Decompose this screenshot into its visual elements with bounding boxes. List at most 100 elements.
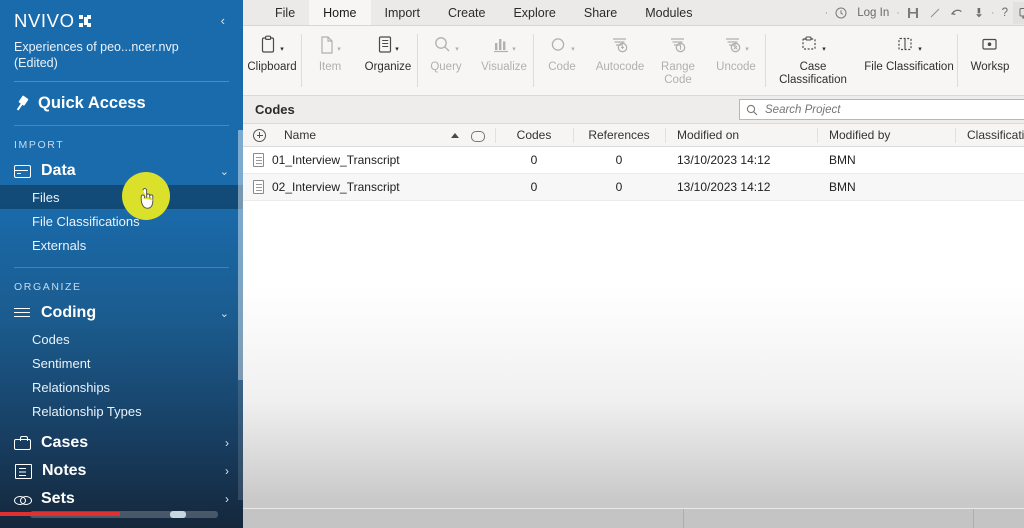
file-classification-label: File Classification (864, 61, 954, 73)
chevron-down-icon: ⌄ (219, 165, 229, 178)
edit-icon[interactable] (924, 2, 946, 24)
view-header: Codes (243, 96, 1024, 124)
sidebar-horizontal-scrollbar-thumb[interactable] (170, 511, 186, 518)
sidebar-group-sets[interactable]: Sets › (0, 485, 243, 513)
tab-create[interactable]: Create (434, 0, 500, 25)
document-icon (253, 153, 264, 167)
ribbon-group-clipboard: ▾ Clipboard (243, 26, 301, 95)
sidebar-item-codes[interactable]: Codes (0, 327, 243, 351)
case-classification-button[interactable]: ▾ Case Classification (765, 26, 861, 95)
sidebar-group-data-label: Data (41, 162, 76, 179)
sidebar-item-file-classifications[interactable]: File Classifications (0, 209, 243, 233)
sidebar-collapse-icon[interactable]: ‹ (217, 10, 229, 27)
account-icon[interactable] (830, 2, 852, 24)
nvivo-logo: NVIVO (14, 10, 94, 32)
table-row[interactable]: 01_Interview_Transcript 0 0 13/10/2023 1… (243, 147, 1024, 174)
file-classification-button[interactable]: ▾ File Classification (861, 26, 957, 95)
workspace-button[interactable]: Worksp (957, 26, 1023, 95)
sidebar-group-data[interactable]: Data ⌄ (0, 157, 243, 185)
project-file-label: Experiences of peo...ncer.nvp (14, 40, 179, 54)
notes-icon (15, 463, 32, 479)
sidebar-group-notes-label: Notes (42, 462, 87, 479)
tab-file[interactable]: File (261, 0, 309, 25)
column-header-codes[interactable]: Codes (495, 124, 573, 147)
visualize-label: Visualize (481, 61, 527, 73)
sidebar-group-notes[interactable]: Notes › (0, 457, 243, 485)
sidebar-item-relationships[interactable]: Relationships (0, 375, 243, 399)
clipboard-icon: ▾ (260, 32, 284, 58)
sidebar-group-sets-label: Sets (41, 490, 75, 507)
quick-access-label: Quick Access (38, 94, 146, 112)
file-name-label: 01_Interview_Transcript (272, 153, 400, 167)
case-classification-icon: ▾ (800, 32, 826, 58)
sets-icon (14, 492, 32, 507)
tab-modules[interactable]: Modules (631, 0, 706, 25)
pin-icon (11, 93, 32, 114)
cases-icon (14, 436, 31, 450)
sidebar-group-coding[interactable]: Coding ⌄ (0, 299, 243, 327)
status-segment-main (243, 509, 683, 528)
expand-all-icon[interactable] (253, 128, 266, 142)
clipboard-button[interactable]: ▾ Clipboard (243, 26, 301, 95)
data-icon (14, 164, 31, 178)
search-project-box[interactable] (739, 99, 1024, 120)
qat-dot-separator-2: · (896, 6, 900, 19)
column-header-modified-on[interactable]: Modified on (665, 124, 817, 147)
visualize-button[interactable]: ▾ Visualize (475, 26, 533, 95)
query-label: Query (430, 61, 462, 73)
document-icon (253, 180, 264, 194)
visualize-icon: ▾ (492, 32, 516, 58)
undo-icon[interactable] (946, 2, 969, 24)
comment-icon[interactable] (1013, 1, 1024, 24)
brand-row: NVIVO ‹ (14, 10, 229, 32)
query-button[interactable]: ▾ Query (417, 26, 475, 95)
autocode-button[interactable]: Autocode (591, 26, 649, 95)
ribbon: ▾ Clipboard ▾ Item ▾ Organize ▾ Query ▾ … (243, 26, 1024, 96)
login-button[interactable]: Log In (852, 2, 894, 24)
save-icon[interactable] (902, 2, 924, 24)
code-icon: ▾ (549, 32, 575, 58)
redo-dropdown-icon[interactable] (969, 2, 989, 24)
code-label: Code (548, 61, 576, 73)
ribbon-group-coding: ▾ Code Autocode Range Code ▾ Uncode (533, 26, 765, 95)
column-header-references[interactable]: References (573, 124, 665, 147)
column-header-modified-by[interactable]: Modified by (817, 124, 955, 147)
sidebar-item-sentiment[interactable]: Sentiment (0, 351, 243, 375)
sidebar-item-externals[interactable]: Externals (0, 233, 243, 257)
column-header-classification[interactable]: Classification (955, 124, 1024, 147)
file-classification-icon: ▾ (896, 32, 922, 58)
code-button[interactable]: ▾ Code (533, 26, 591, 95)
organize-button[interactable]: ▾ Organize (359, 26, 417, 95)
status-segment-second (683, 508, 973, 528)
tab-explore[interactable]: Explore (499, 0, 569, 25)
chevron-right-icon: › (225, 492, 229, 506)
sidebar-group-cases[interactable]: Cases › (0, 429, 243, 457)
quick-access-button[interactable]: Quick Access (0, 82, 243, 125)
tab-home[interactable]: Home (309, 0, 371, 25)
cell-codes: 0 (530, 153, 538, 167)
cell-modified-by: BMN (829, 180, 856, 194)
sidebar-item-relationship-types[interactable]: Relationship Types (0, 399, 243, 423)
tab-import[interactable]: Import (371, 0, 434, 25)
cell-name: 01_Interview_Transcript (243, 147, 495, 173)
range-code-button[interactable]: Range Code (649, 26, 707, 95)
autocode-icon (610, 32, 630, 58)
table-row[interactable]: 02_Interview_Transcript 0 0 13/10/2023 1… (243, 174, 1024, 201)
range-code-label: Range Code (661, 61, 695, 86)
sidebar-header: NVIVO ‹ Experiences of peo...ncer.nvp (E… (0, 0, 243, 71)
quick-access-toolbar: · Log In · · ? (823, 0, 1024, 25)
ribbon-group-items: ▾ Item ▾ Organize (301, 26, 417, 95)
cell-modified-on: 13/10/2023 14:12 (677, 180, 771, 194)
column-header-name[interactable]: Name (243, 124, 495, 147)
search-input[interactable] (765, 103, 1024, 116)
ribbon-group-classification: ▾ Case Classification ▾ File Classificat… (765, 26, 957, 95)
qat-dot-separator: · (824, 6, 829, 19)
ribbon-group-explore: ▾ Query ▾ Visualize (417, 26, 533, 95)
status-bar (243, 508, 1024, 528)
help-icon[interactable]: ? (997, 2, 1013, 24)
item-button[interactable]: ▾ Item (301, 26, 359, 95)
chevron-down-icon: ▾ (745, 46, 749, 53)
tab-share[interactable]: Share (570, 0, 631, 25)
cell-modified-on: 13/10/2023 14:12 (677, 153, 771, 167)
uncode-button[interactable]: ▾ Uncode (707, 26, 765, 95)
